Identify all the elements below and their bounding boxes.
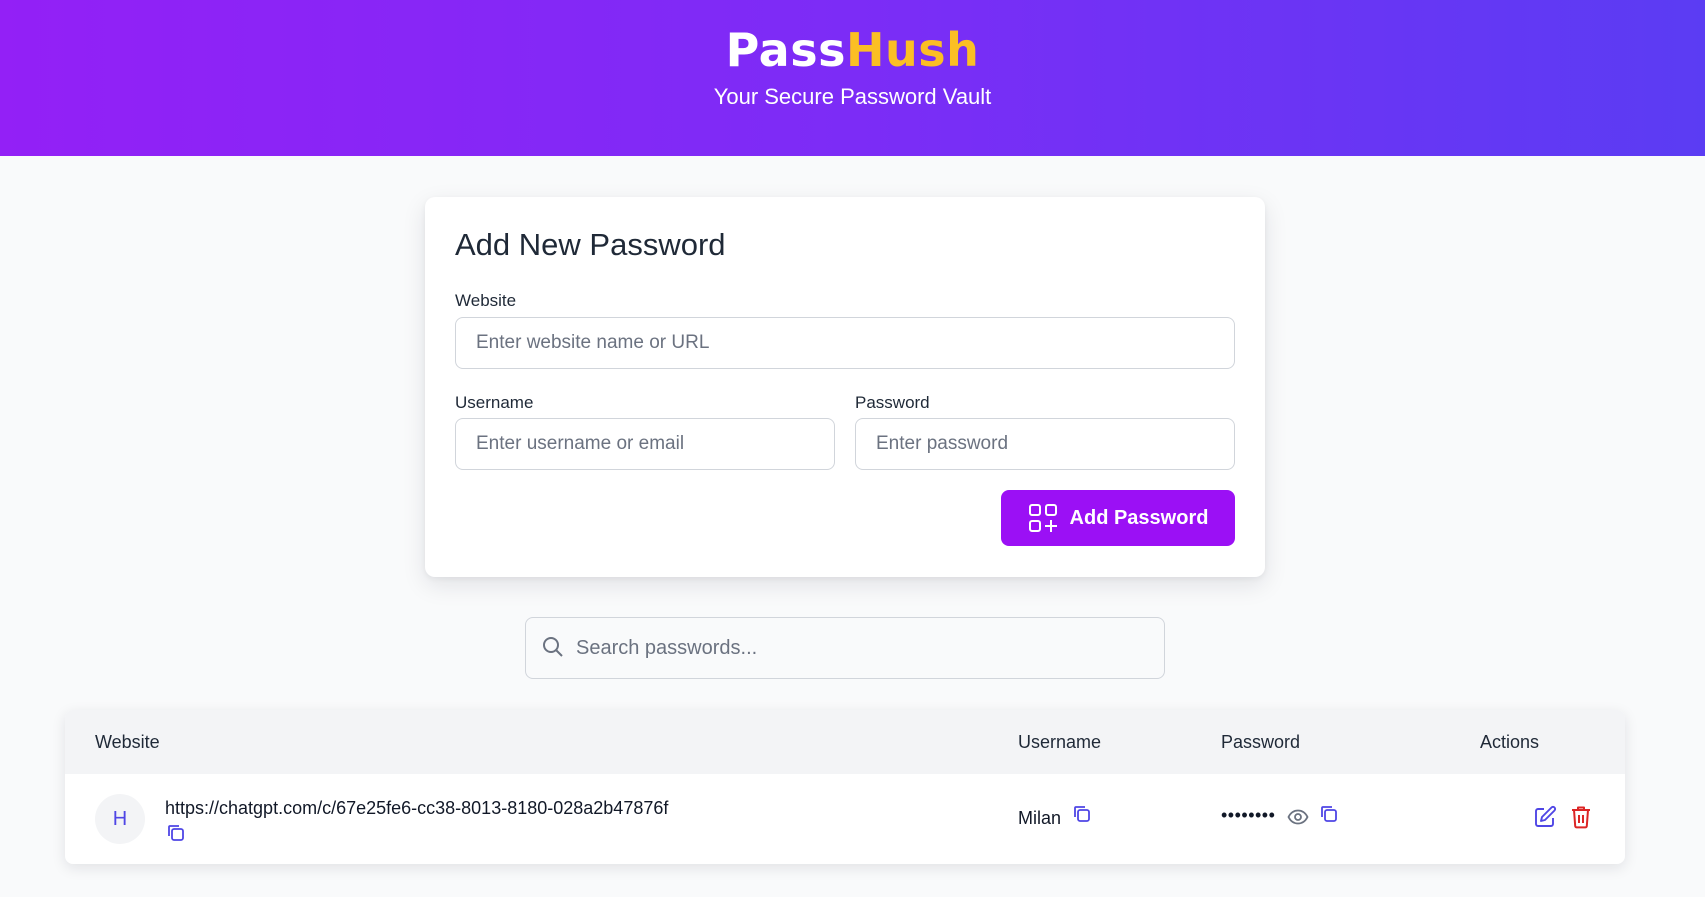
copy-username-icon[interactable] <box>1071 803 1093 830</box>
table-row: H https://chatgpt.com/c/67e25fe6-cc38-80… <box>65 774 1625 864</box>
passwords-table: Website Username Password Actions H http… <box>65 710 1625 864</box>
brand-logo: PassHush <box>0 22 1705 78</box>
copy-password-icon[interactable] <box>1318 803 1340 830</box>
table-header: Website Username Password Actions <box>65 710 1625 774</box>
username-input[interactable]: Enter username or email <box>455 418 835 470</box>
tagline: Your Secure Password Vault <box>713 84 992 109</box>
edit-icon[interactable] <box>1533 805 1557 834</box>
search-placeholder: Search passwords... <box>576 636 758 659</box>
website-input[interactable]: Enter website name or URL <box>455 317 1235 369</box>
website-label: Website <box>455 291 517 310</box>
username-input-placeholder: Enter username or email <box>476 433 685 454</box>
grid-plus-icon <box>1028 503 1058 533</box>
column-header-username: Username <box>1018 732 1102 752</box>
username-value: Milan <box>1018 808 1062 828</box>
add-password-button-label: Add Password <box>1069 506 1209 529</box>
search-icon <box>541 635 565 664</box>
eye-icon[interactable] <box>1287 806 1309 833</box>
website-input-placeholder: Enter website name or URL <box>476 332 710 353</box>
search-input[interactable]: Search passwords... <box>525 617 1165 679</box>
column-header-actions: Actions <box>1480 732 1540 752</box>
username-label: Username <box>455 393 534 412</box>
brand-text-hush: Hush <box>845 23 980 77</box>
password-input-placeholder: Enter password <box>876 433 1009 454</box>
column-header-website: Website <box>95 732 160 752</box>
add-password-card: Add New Password Website Enter website n… <box>425 197 1265 577</box>
password-masked: •••••••• <box>1221 805 1276 825</box>
avatar: H <box>95 794 145 844</box>
add-password-button[interactable]: Add Password <box>1001 490 1235 546</box>
brand-text-pass: Pass <box>725 23 846 77</box>
copy-website-icon[interactable] <box>165 822 187 849</box>
trash-icon[interactable] <box>1570 805 1592 834</box>
app-header: PassHush Your Secure Password Vault <box>0 0 1705 156</box>
password-input[interactable]: Enter password <box>855 418 1235 470</box>
form-title: Add New Password <box>455 227 726 262</box>
password-label: Password <box>855 393 930 412</box>
column-header-password: Password <box>1221 732 1301 752</box>
website-url: https://chatgpt.com/c/67e25fe6-cc38-8013… <box>165 798 669 818</box>
